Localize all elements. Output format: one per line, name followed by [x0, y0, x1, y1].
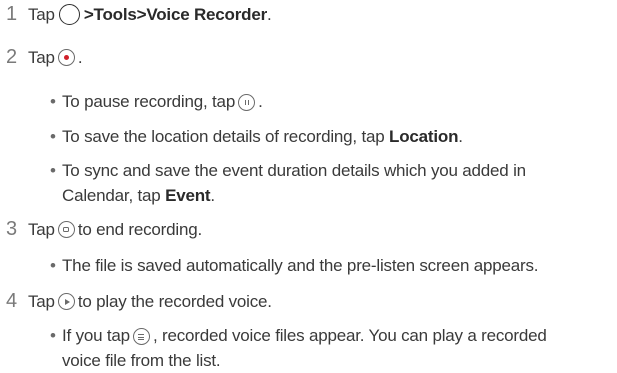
path-separator: > [136, 4, 147, 24]
event-label: Event [165, 186, 211, 205]
location-label: Location [389, 127, 459, 146]
step-text: Tap to end recording. [28, 220, 202, 240]
bullet-text: To save the location details of recordin… [62, 127, 390, 146]
step-text-end: to end recording. [77, 219, 202, 239]
home-circle-icon [58, 4, 80, 25]
bullet-location: • To save the location details of record… [50, 124, 612, 149]
step-number: 2 [6, 46, 17, 68]
list-icon [132, 328, 150, 346]
bullet-text-end: . [258, 92, 263, 111]
bullet-dot: • [50, 127, 56, 146]
step-number: 3 [6, 218, 17, 240]
step-3: 3 Tap to end recording. [6, 218, 202, 241]
record-icon [57, 49, 75, 66]
bullet-text-line1: To sync and save the event duration deta… [62, 161, 526, 180]
bullet-dot: • [50, 161, 56, 180]
tap-label: Tap [28, 47, 55, 67]
bullet-text: The file is saved automatically and the … [62, 256, 539, 275]
step-text: Tap to play the recorded voice. [28, 292, 272, 312]
step-text: Tap > Tools > Voice Recorder . [28, 4, 272, 25]
step-text-end: to play the recorded voice. [77, 291, 272, 311]
tap-label: Tap [28, 4, 55, 24]
bullet-text-line2: voice file from the list. [62, 351, 221, 370]
bullet-dot: • [50, 256, 56, 275]
bullet-text: To pause recording, tap [62, 92, 236, 111]
tap-label: Tap [28, 219, 55, 239]
step-4: 4 Tap to play the recorded voice. [6, 290, 272, 313]
step-number: 1 [6, 3, 17, 25]
step-2: 2 Tap . [6, 46, 83, 69]
bullet-dot: • [50, 92, 56, 111]
bullet-pause: • To pause recording, tap. [50, 89, 612, 114]
menu-path-tools: Tools [93, 4, 137, 24]
sentence-end: . [267, 4, 272, 24]
bullet-text: If you tap [62, 326, 130, 345]
bullet-text-end: . [210, 186, 215, 205]
menu-path-voice-recorder: Voice Recorder [146, 4, 268, 24]
pause-icon [238, 94, 256, 112]
bullet-text-line2: Calendar, tap [62, 186, 166, 205]
step-number: 4 [6, 290, 17, 312]
bullet-text-end: . [458, 127, 463, 146]
play-icon [57, 293, 75, 310]
tap-label: Tap [28, 291, 55, 311]
step-1: 1 Tap > Tools > Voice Recorder . [6, 3, 272, 26]
bullet-file-saved: • The file is saved automatically and th… [50, 253, 612, 278]
bullet-text-end: , recorded voice files appear. You can p… [152, 326, 547, 345]
step-text: Tap . [28, 47, 83, 68]
bullet-event: • To sync and save the event duration de… [50, 158, 612, 208]
bullet-dot: • [50, 326, 56, 345]
stop-icon [57, 221, 75, 238]
sentence-end: . [77, 47, 83, 67]
path-separator: > [83, 4, 94, 24]
